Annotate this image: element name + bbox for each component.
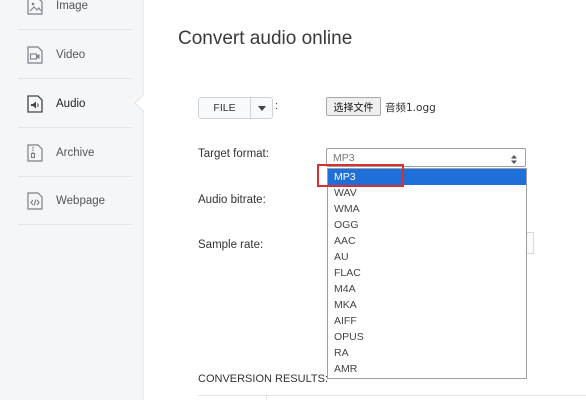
sidebar-item-image[interactable]: Image (18, 0, 132, 30)
audio-bitrate-label: Audio bitrate: (198, 194, 266, 206)
image-icon (26, 0, 44, 16)
video-icon (26, 45, 44, 65)
file-button[interactable]: FILE (199, 98, 251, 118)
format-option-aiff[interactable]: AIFF (328, 313, 526, 329)
file-colon: : (275, 100, 279, 112)
format-option-opus[interactable]: OPUS (328, 329, 526, 345)
target-format-label: Target format: (198, 148, 269, 160)
sidebar-item-label: Video (56, 48, 86, 61)
format-option-aac[interactable]: AAC (328, 233, 526, 249)
target-format-select[interactable]: MP3 (326, 148, 526, 167)
sidebar-item-label: Archive (56, 146, 95, 159)
sidebar-item-label: Webpage (56, 194, 106, 207)
format-option-mka[interactable]: MKA (328, 297, 526, 313)
chevron-down-icon[interactable] (251, 98, 272, 118)
sample-rate-label: Sample rate: (198, 239, 264, 251)
results-divider (198, 395, 586, 396)
format-option-wav[interactable]: WAV (328, 185, 526, 201)
conversion-results-label: CONVERSION RESULTS: (198, 373, 328, 385)
format-option-au[interactable]: AU (328, 249, 526, 265)
format-dropdown-list[interactable]: MP3 WAV WMA OGG AAC AU FLAC M4A MKA AIFF OPUS RA AMR (327, 168, 527, 379)
sidebar-item-archive[interactable]: Archive (18, 129, 132, 177)
sidebar-item-webpage[interactable]: Webpage (18, 177, 132, 225)
selected-file-name: 音频1.ogg (385, 102, 436, 114)
sidebar-item-video[interactable]: Video (18, 31, 132, 79)
format-option-mp3[interactable]: MP3 (328, 169, 526, 185)
sample-rate-select[interactable] (526, 232, 534, 254)
format-option-m4a[interactable]: M4A (328, 281, 526, 297)
format-option-wma[interactable]: WMA (328, 201, 526, 217)
results-column-divider (266, 394, 267, 400)
select-arrows-icon (510, 152, 518, 164)
page-title: Convert audio online (178, 28, 353, 49)
format-option-amr[interactable]: AMR (328, 361, 526, 377)
webpage-icon (26, 191, 44, 211)
file-source-dropdown[interactable]: FILE (198, 97, 273, 119)
format-option-ra[interactable]: RA (328, 345, 526, 361)
choose-file-button[interactable]: 选择文件 (326, 97, 381, 116)
format-option-flac[interactable]: FLAC (328, 265, 526, 281)
format-option-ogg[interactable]: OGG (328, 217, 526, 233)
target-format-value: MP3 (333, 152, 355, 164)
archive-icon (26, 143, 44, 163)
sidebar-item-label: Audio (56, 97, 86, 110)
sidebar-item-audio[interactable]: Audio (18, 80, 132, 128)
audio-icon (26, 94, 44, 114)
sidebar: Image Video Audio Archive Webpage (0, 0, 144, 400)
sidebar-item-label: Image (56, 0, 88, 12)
